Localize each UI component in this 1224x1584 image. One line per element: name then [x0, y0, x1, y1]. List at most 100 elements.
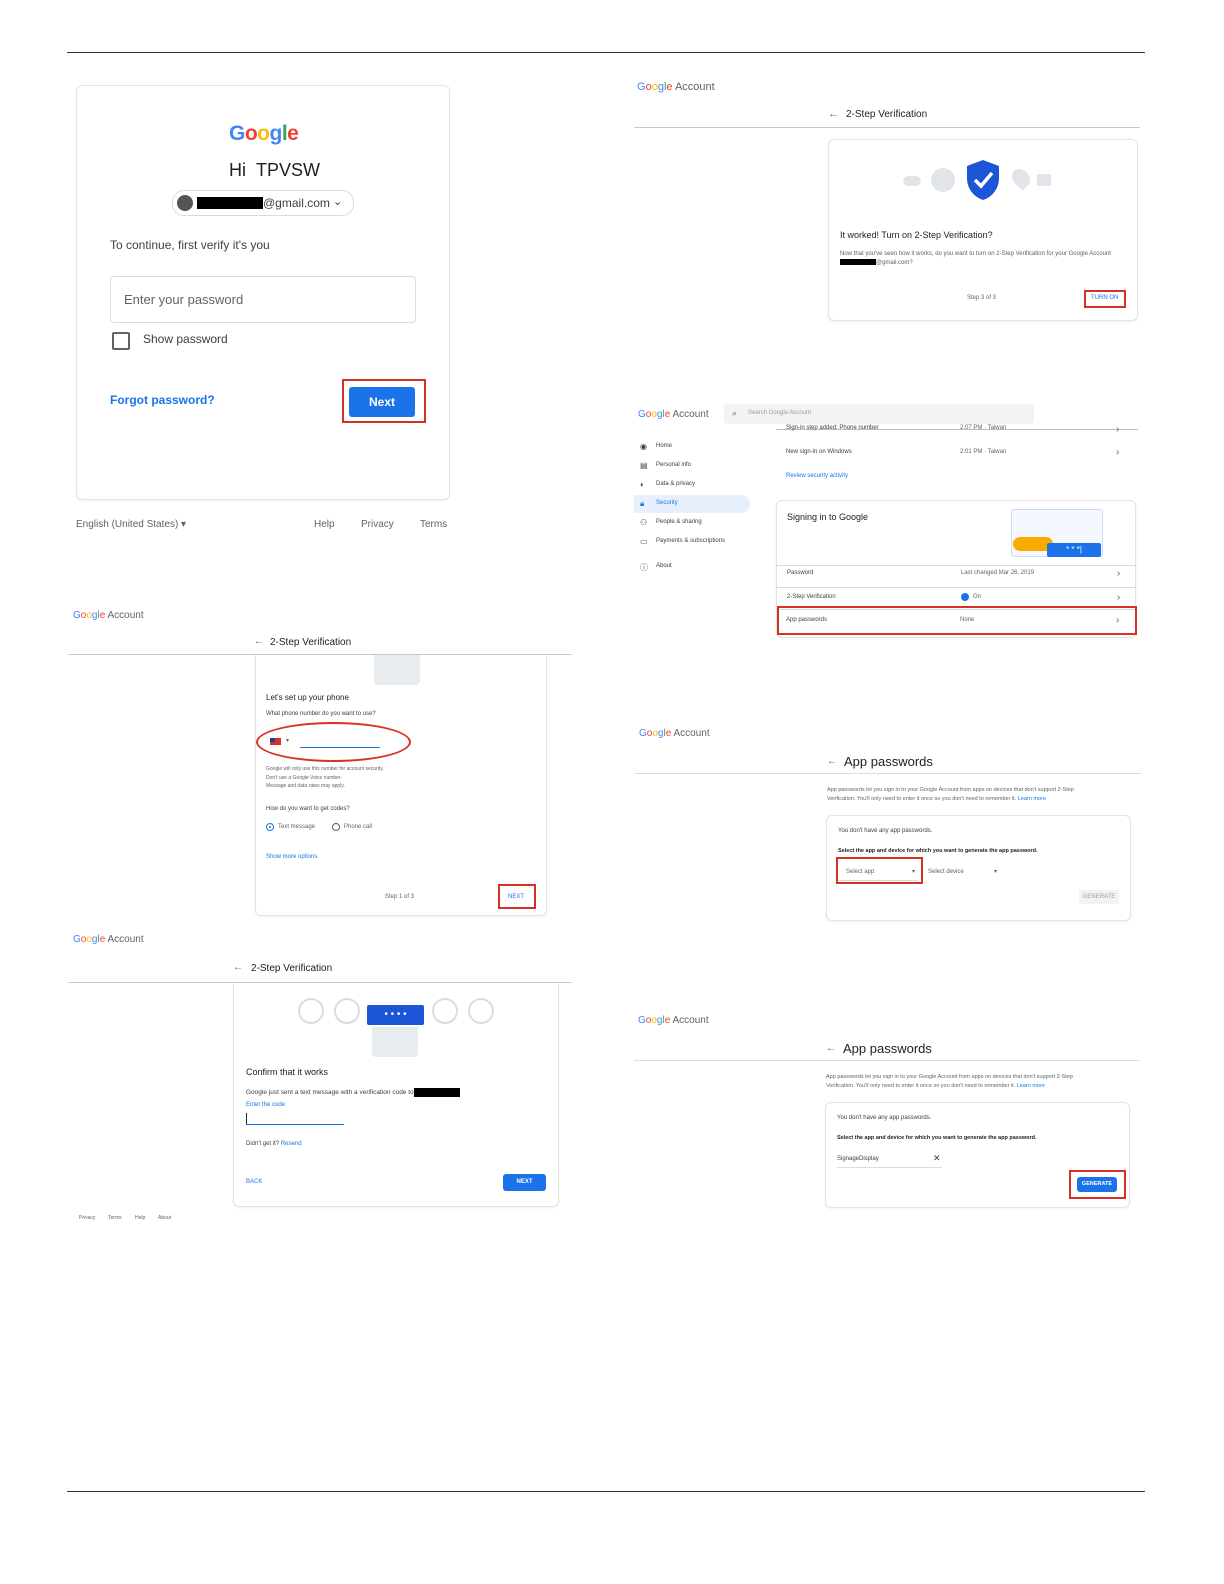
people-icon: ⚇ — [640, 518, 648, 527]
clear-icon[interactable]: ✕ — [933, 1153, 941, 1164]
two-step-row-label[interactable]: 2-Step Verification — [787, 594, 836, 600]
next-button[interactable]: NEXT — [503, 1174, 546, 1191]
shield-check-icon — [967, 160, 999, 200]
footer-help[interactable]: Help — [314, 519, 335, 530]
learn-more-link[interactable]: Learn more — [1018, 796, 1046, 802]
header-divider — [635, 773, 1141, 774]
bottom-divider — [67, 1491, 1145, 1492]
phone-call-radio[interactable] — [332, 823, 340, 831]
header-divider — [634, 1060, 1140, 1061]
footer-privacy[interactable]: Privacy — [79, 1215, 95, 1221]
back-arrow-icon[interactable]: ← — [233, 962, 243, 973]
setup-phone-card: Let's set up your phone What phone numbe… — [255, 655, 547, 916]
text-message-radio[interactable] — [266, 823, 274, 831]
custom-name-input[interactable]: SignageDisplay ✕ — [837, 1153, 942, 1168]
footer-terms[interactable]: Terms — [108, 1215, 122, 1221]
toggle-icon: ◐ — [640, 480, 645, 489]
signin-card: Google Hi TPVSW @gmail.com ⌄ To continue… — [76, 85, 450, 500]
avatar — [177, 195, 193, 211]
footer-terms[interactable]: Terms — [420, 519, 447, 530]
activity-top-label: Sign-in step added: Phone number — [786, 425, 879, 431]
greeting-title: Hi TPVSW — [229, 160, 321, 180]
nav-data-privacy[interactable]: ◐ Data & privacy — [634, 476, 750, 494]
setup-heading: Let's set up your phone — [266, 693, 349, 702]
toggle-icon — [903, 176, 921, 186]
footer-about[interactable]: About — [158, 1215, 171, 1221]
show-more-options-link[interactable]: Show more options — [266, 854, 317, 860]
phone-illustration — [374, 655, 420, 685]
nav-home[interactable]: ◉ Home — [634, 438, 750, 456]
phone-question: What phone number do you want to use? — [266, 711, 376, 717]
search-bar[interactable]: ⌕ Search Google Account — [724, 404, 1034, 424]
google-logo: Google — [229, 122, 299, 145]
email-suffix: @gmail.com — [263, 196, 330, 210]
lock-icon — [298, 998, 324, 1024]
image-icon — [1037, 174, 1051, 186]
phone-icon — [432, 998, 458, 1024]
select-device-label: Select device — [928, 869, 964, 875]
nav-people-sharing[interactable]: ⚇ People & sharing — [634, 514, 750, 532]
generate-button-disabled[interactable]: GENERATE — [1079, 890, 1119, 904]
footer-privacy[interactable]: Privacy — [361, 519, 394, 530]
step-indicator: Step 3 of 3 — [967, 295, 997, 301]
custom-name-value: SignageDisplay — [837, 1156, 879, 1162]
resend-link[interactable]: Resend — [281, 1141, 302, 1147]
app-passwords-title: App passwords — [843, 1041, 932, 1056]
info-icon: ⓘ — [640, 563, 648, 572]
back-arrow-icon[interactable]: ← — [827, 756, 837, 767]
password-row-label[interactable]: Password — [787, 570, 813, 576]
nav-payments[interactable]: ▭ Payments & subscriptions — [634, 533, 750, 551]
learn-more-link[interactable]: Learn more — [1017, 1083, 1045, 1089]
google-account-logo: Google Account — [638, 409, 709, 420]
show-password-label: Show password — [143, 332, 228, 346]
verify-text: To continue, first verify it's you — [110, 238, 270, 252]
nav-about[interactable]: ⓘ About — [634, 558, 750, 576]
activity-label[interactable]: New sign-in on Windows — [786, 449, 852, 455]
back-arrow-icon[interactable]: ← — [826, 1043, 836, 1054]
signing-title: Signing in to Google — [787, 512, 869, 522]
nav-security[interactable]: 🔒︎ Security — [634, 495, 750, 513]
google-account-logo: Google Account — [639, 728, 710, 739]
turn-on-card: It worked! Turn on 2-Step Verification? … — [828, 139, 1138, 321]
forgot-password-link[interactable]: Forgot password? — [110, 393, 215, 407]
select-app-highlight — [836, 857, 923, 884]
code-input[interactable] — [246, 1113, 344, 1125]
didnt-get-text: Didn't get it? Resend — [246, 1141, 302, 1147]
two-step-row-value: On — [973, 594, 982, 600]
google-account-logo: Google Account — [638, 1015, 709, 1026]
select-prompt: Select the app and device for which you … — [837, 1135, 1037, 1141]
show-password-checkbox[interactable] — [112, 332, 130, 350]
nav-personal-info[interactable]: ▤ Personal info — [634, 457, 750, 475]
lock-icon: 🔒︎ — [640, 499, 645, 508]
row-divider — [777, 587, 1135, 588]
language-selector[interactable]: English (United States) ▾ — [76, 519, 186, 530]
security-nav: ◉ Home ▤ Personal info ◐ Data & privacy 🔒︎ S… — [634, 437, 754, 577]
key-icon — [468, 998, 494, 1024]
back-arrow-icon[interactable]: ← — [828, 108, 839, 120]
select-device-dropdown[interactable]: Select device ▾ — [928, 862, 1008, 880]
person-circle-icon: ◉ — [640, 442, 647, 451]
person-icon — [931, 168, 955, 192]
search-placeholder: Search Google Account — [748, 410, 812, 416]
password-field[interactable]: Enter your password — [110, 276, 416, 323]
confirm-card: • • • • Confirm that it works Google jus… — [233, 983, 559, 1207]
app-passwords-description: App passwords let you sign in to your Go… — [826, 1074, 1073, 1089]
password-dots-illustration: * * *| — [1047, 543, 1101, 557]
no-passwords-text: You don't have any app passwords. — [837, 1115, 932, 1121]
phone-illustration — [372, 1027, 418, 1057]
next-highlight — [342, 379, 426, 423]
redacted-email — [197, 197, 263, 209]
password-row-value: Last changed Mar 26, 2019 — [961, 570, 1035, 576]
back-arrow-icon[interactable]: ← — [254, 636, 264, 647]
person-icon — [334, 998, 360, 1024]
search-icon: ⌕ — [732, 408, 738, 418]
back-button[interactable]: BACK — [246, 1179, 262, 1185]
no-passwords-text: You don't have any app passwords. — [838, 828, 933, 834]
account-chip[interactable]: @gmail.com ⌄ — [172, 190, 354, 216]
review-activity-link[interactable]: Review security activity — [786, 473, 848, 479]
top-divider — [67, 52, 1145, 53]
id-card-icon: ▤ — [640, 461, 648, 470]
phone-input-highlight-ellipse — [256, 722, 411, 762]
app-passwords-highlight — [777, 606, 1137, 635]
footer-help[interactable]: Help — [135, 1215, 145, 1221]
